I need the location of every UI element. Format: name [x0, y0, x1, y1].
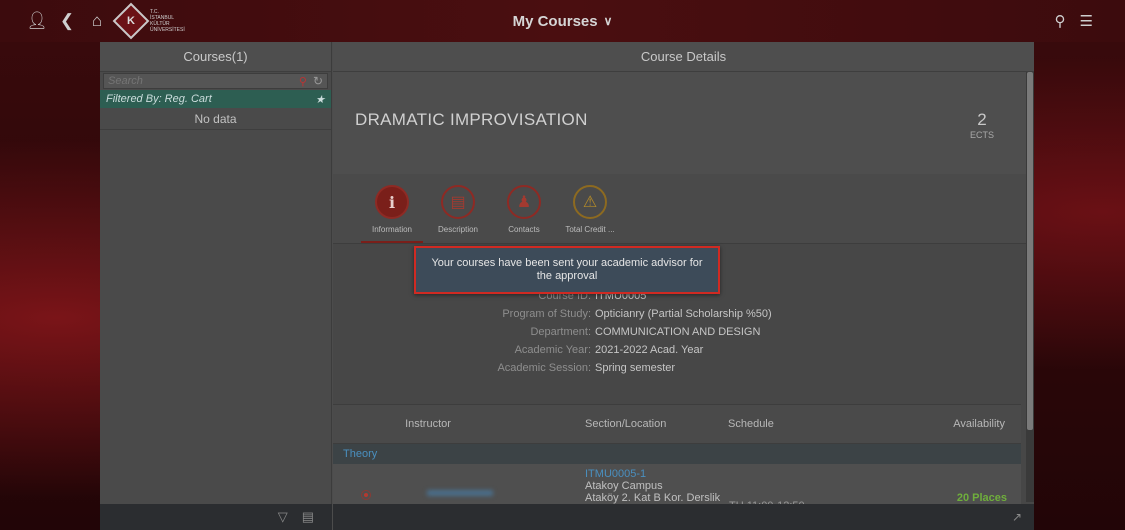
info-key: Academic Year: — [514, 344, 591, 356]
section-location: ITMU0005-1 Atakoy Campus Ataköy 2. Kat B… — [585, 468, 720, 504]
warning-icon: ⚠ — [573, 185, 607, 219]
info-key: Program of Study: — [502, 308, 591, 320]
scrollbar-thumb[interactable] — [1027, 72, 1033, 430]
university-logo: K T.C. İSTANBUL KÜLTÜR ÜNİVERSİTESİ — [112, 2, 185, 40]
master-pane: Courses(1) ⚲ ↻ Filtered By: Reg. Cart ★ … — [100, 42, 332, 530]
notifications-icon[interactable]: ☰ — [1080, 12, 1093, 30]
search-icon[interactable]: ⚲ — [1055, 12, 1066, 30]
share-icon[interactable]: ↗ — [1012, 510, 1022, 524]
tab-total-credit[interactable]: ⚠ Total Credit ... — [557, 174, 623, 243]
detail-title: Course Details — [333, 42, 1034, 72]
tab-information[interactable]: i Information — [359, 174, 425, 243]
scrollbar[interactable] — [1026, 72, 1034, 502]
sections-table: Instructor Section/Location Schedule Ava… — [333, 404, 1021, 514]
group-header-theory: Theory — [333, 444, 1021, 464]
object-header: DRAMATIC IMPROVISATION 2 ECTS — [333, 72, 1034, 174]
icon-tab-bar: i Information ▤ Description ♟ Contacts ⚠… — [333, 174, 1034, 244]
credits-unit: ECTS — [969, 130, 994, 140]
instructor-name-redacted — [427, 490, 493, 496]
column-header-section: Section/Location — [585, 418, 667, 430]
user-icon[interactable]: 👤︎ — [22, 0, 52, 42]
master-title: Courses(1) — [100, 42, 331, 72]
table-header: Instructor Section/Location Schedule Ava… — [333, 404, 1021, 444]
room-text: Ataköy 2. Kat B Kor. Derslik — [585, 492, 721, 504]
filter-icon[interactable]: ▽ — [278, 509, 288, 525]
credits-number: 2 ECTS — [970, 110, 994, 140]
tab-description[interactable]: ▤ Description — [425, 174, 491, 243]
info-value: Spring semester — [595, 362, 676, 374]
toast-message: Your courses have been sent your academi… — [431, 257, 703, 282]
tab-label: Information — [371, 225, 413, 234]
shell-header: 👤︎ ❮ ⌂ K T.C. İSTANBUL KÜLTÜR ÜNİVERSİTE… — [0, 0, 1125, 42]
column-header-schedule: Schedule — [728, 418, 774, 430]
no-data-text: No data — [100, 108, 331, 130]
favorite-icon[interactable]: ★ — [315, 93, 325, 106]
filter-info-bar: Filtered By: Reg. Cart ★ — [100, 90, 331, 108]
people-icon: ♟ — [507, 185, 541, 219]
info-value: COMMUNICATION AND DESIGN — [595, 326, 761, 338]
info-key: Academic Session: — [497, 362, 591, 374]
info-row-year: Academic Year: 2021-2022 Acad. Year — [333, 344, 1034, 356]
info-row-department: Department: COMMUNICATION AND DESIGN — [333, 326, 1034, 338]
logo-text: T.C. İSTANBUL KÜLTÜR ÜNİVERSİTESİ — [150, 9, 185, 33]
logo-mark: K — [112, 2, 150, 40]
info-key: Department: — [530, 326, 591, 338]
section-code-link[interactable]: ITMU0005-1 — [585, 468, 720, 480]
master-footer: ▽ ▤ — [100, 504, 332, 530]
course-title: DRAMATIC IMPROVISATION — [355, 110, 588, 129]
info-value: 2021-2022 Acad. Year — [595, 344, 704, 356]
document-icon: ▤ — [441, 185, 475, 219]
tab-label: Description — [437, 225, 478, 234]
column-header-availability: Availability — [953, 418, 1005, 430]
availability-text: 20 Places — [956, 492, 1007, 504]
back-icon[interactable]: ❮ — [52, 0, 82, 42]
column-header-instructor: Instructor — [405, 418, 451, 430]
message-toast: Your courses have been sent your academi… — [414, 246, 720, 294]
search-field[interactable]: ⚲ ↻ — [103, 73, 328, 89]
tab-label: Contacts — [508, 225, 540, 234]
detail-footer: ↗ — [333, 504, 1034, 530]
tab-contacts[interactable]: ♟ Contacts — [491, 174, 557, 243]
info-row-program: Program of Study: Opticianry (Partial Sc… — [333, 308, 1034, 320]
credits-value: 2 — [977, 110, 987, 129]
info-icon: i — [375, 185, 409, 219]
list-settings-icon[interactable]: ▤ — [302, 509, 314, 525]
search-input[interactable] — [108, 75, 299, 87]
info-row-session: Academic Session: Spring semester — [333, 362, 1034, 374]
row-radio-button[interactable] — [361, 490, 371, 500]
campus-text: Atakoy Campus — [585, 480, 663, 492]
home-icon[interactable]: ⌂ — [82, 0, 112, 42]
filter-label: Filtered By: Reg. Cart — [106, 93, 212, 105]
info-value: Opticianry (Partial Scholarship %50) — [595, 308, 772, 320]
search-icon[interactable]: ⚲ — [299, 75, 307, 88]
tab-label: Total Credit ... — [565, 225, 615, 234]
refresh-icon[interactable]: ↻ — [313, 74, 323, 88]
